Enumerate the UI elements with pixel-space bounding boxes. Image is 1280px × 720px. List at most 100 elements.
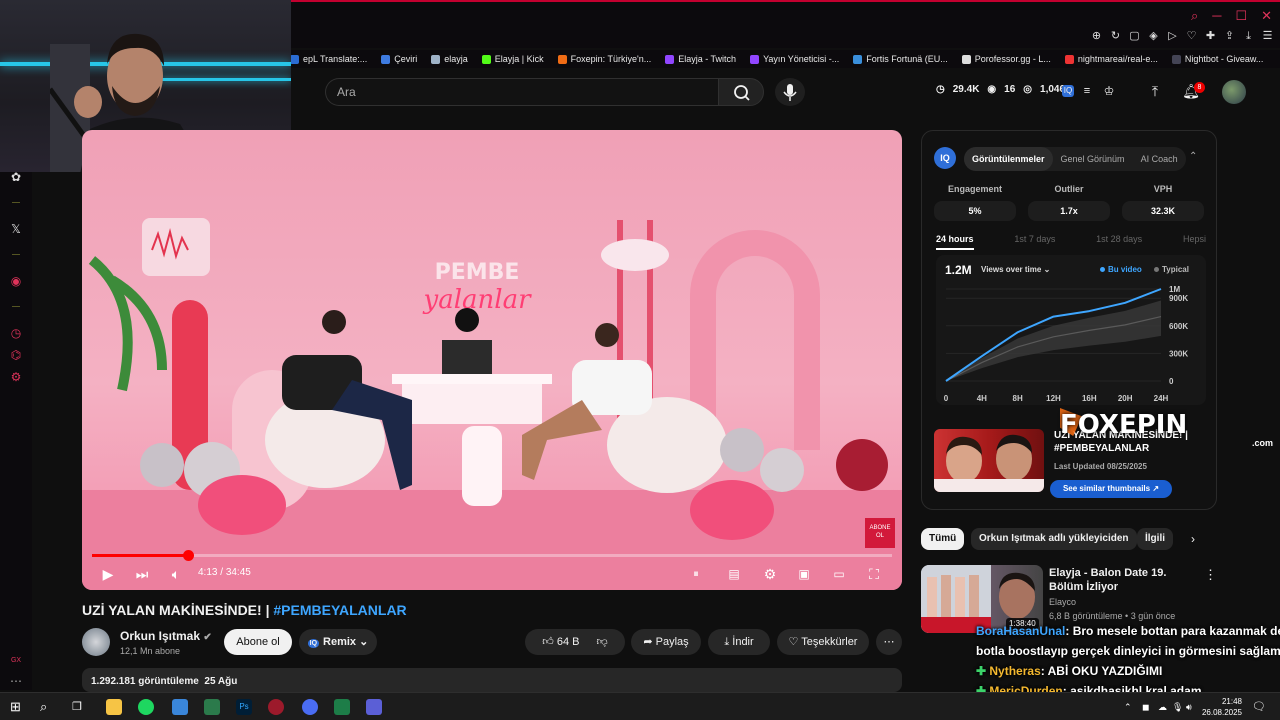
play-button[interactable]: ▶ bbox=[98, 564, 118, 584]
clock-icon[interactable]: ◷ bbox=[9, 326, 23, 340]
photoshop-icon[interactable]: Ps bbox=[236, 699, 252, 715]
notification-center-icon[interactable]: 🗨︎ bbox=[1252, 699, 1268, 715]
search-icon[interactable]: ⌕ bbox=[1191, 8, 1198, 24]
menu-icon[interactable]: ☰ bbox=[1261, 30, 1274, 43]
autoplay-toggle[interactable]: ⏸ bbox=[684, 564, 708, 584]
gx-icon[interactable]: GX bbox=[9, 654, 23, 668]
openai-icon[interactable]: ✿ bbox=[9, 170, 23, 184]
history-icon[interactable]: ⌬ bbox=[9, 348, 23, 362]
similar-thumbnail[interactable] bbox=[934, 429, 1044, 492]
shield-icon[interactable]: ◈ bbox=[1147, 30, 1160, 43]
more-icon[interactable]: ⋯ bbox=[9, 674, 23, 688]
search-button[interactable] bbox=[718, 78, 764, 106]
similar-thumbnails-button[interactable]: See similar thumbnails ↗ bbox=[1050, 480, 1172, 498]
channel-name-text[interactable]: Orkun Işıtmak bbox=[120, 629, 200, 643]
subscribe-watermark[interactable]: ABONE OL bbox=[865, 518, 895, 548]
bookmark-item[interactable]: Nightbot - Giveaw... bbox=[1171, 54, 1263, 64]
upload-icon[interactable]: ⤒ bbox=[1146, 82, 1164, 100]
search-icon[interactable]: ⌕ bbox=[40, 699, 56, 715]
subtitles-button[interactable]: ▤ bbox=[724, 564, 744, 584]
channel-name[interactable]: Orkun Işıtmak ✔ bbox=[120, 629, 212, 643]
video-player[interactable]: PEMBE yalanlar ABONE OL ▶ ⏭ 🔈︎ 4:13 / 34… bbox=[82, 130, 902, 590]
bookmark-item[interactable]: Fortis Fortunä (EU... bbox=[853, 54, 948, 64]
calculator-icon[interactable] bbox=[204, 699, 220, 715]
share-icon[interactable]: ⇪ bbox=[1223, 30, 1236, 43]
maximize-icon[interactable]: ☐ bbox=[1235, 8, 1247, 24]
minimize-icon[interactable]: ─ bbox=[1212, 8, 1221, 24]
channel-avatar[interactable] bbox=[82, 628, 110, 656]
bookmark-item[interactable]: Yayın Yöneticisi -... bbox=[750, 54, 839, 64]
like-button[interactable]: 👍︎ 64 B bbox=[542, 636, 579, 648]
tab-overview[interactable]: Genel Görünüm bbox=[1053, 147, 1133, 171]
progress-scrubber[interactable] bbox=[183, 550, 194, 561]
windows-start-icon[interactable]: ⊞ bbox=[10, 699, 26, 715]
recommended-title[interactable]: Elayja - Balon Date 19. Bölüm İzliyor bbox=[1049, 566, 1199, 594]
description-box[interactable]: 1.292.181 görüntüleme 25 Ağu bbox=[82, 668, 902, 692]
bookmark-item[interactable]: epL Translate:... bbox=[290, 54, 367, 64]
file-explorer-icon[interactable] bbox=[106, 699, 122, 715]
progress-track[interactable] bbox=[92, 554, 892, 557]
account-avatar[interactable] bbox=[1222, 80, 1246, 104]
range-all[interactable]: Hepsi bbox=[1183, 234, 1206, 250]
tab-ai-coach[interactable]: AI Coach bbox=[1133, 147, 1186, 171]
voice-search-button[interactable] bbox=[775, 78, 805, 106]
next-button[interactable]: ⏭ bbox=[132, 564, 152, 584]
settings-gear-icon[interactable]: ⚙ bbox=[760, 564, 780, 584]
close-icon[interactable]: ✕ bbox=[1261, 8, 1272, 24]
tab-views[interactable]: Görüntülenmeler bbox=[964, 147, 1053, 171]
chip-related[interactable]: İlgili bbox=[1137, 528, 1173, 550]
puzzle-icon[interactable]: ✚ bbox=[1204, 30, 1217, 43]
more-vert-icon[interactable]: ⋮ bbox=[1204, 567, 1217, 583]
task-view-icon[interactable]: ❐ bbox=[72, 699, 88, 715]
range-7d[interactable]: 1st 7 days bbox=[1014, 234, 1055, 250]
subscribe-button[interactable]: Abone ol bbox=[224, 629, 292, 655]
x-icon[interactable]: 𝕏 bbox=[9, 222, 23, 236]
bookmark-item[interactable]: Elayja | Kick bbox=[481, 54, 544, 64]
dislike-button[interactable]: 👎︎ bbox=[597, 636, 608, 648]
recommended-channel[interactable]: Elayco bbox=[1049, 597, 1076, 607]
refresh-icon[interactable]: ↻ bbox=[1109, 30, 1122, 43]
bookmark-item[interactable]: Elayja - Twitch bbox=[665, 54, 736, 64]
system-clock[interactable]: 21:48 26.08.2025 bbox=[1200, 696, 1242, 718]
thanks-button[interactable]: ♡ Teşekkürler bbox=[777, 629, 869, 655]
app-icon[interactable] bbox=[172, 699, 188, 715]
screenshot-icon[interactable]: ▢ bbox=[1128, 30, 1141, 43]
zoom-icon[interactable]: ⊕ bbox=[1090, 30, 1103, 43]
bookmark-item[interactable]: Foxepin: Türkiye'n... bbox=[557, 54, 651, 64]
bookmark-item[interactable]: nightmareai/real-e... bbox=[1064, 54, 1158, 64]
range-28d[interactable]: 1st 28 days bbox=[1096, 234, 1142, 250]
download-button[interactable]: ⤓ İndir bbox=[708, 629, 770, 655]
heart-icon[interactable]: ♡ bbox=[1185, 30, 1198, 43]
fullscreen-button[interactable]: ⛶ bbox=[864, 564, 884, 584]
remix-button[interactable]: IQ Remix ⌄ bbox=[299, 629, 377, 655]
play-icon[interactable]: ▷ bbox=[1166, 30, 1179, 43]
bookmark-item[interactable]: Çeviri bbox=[381, 54, 417, 64]
chart-mode-select[interactable]: Views over time ⌄ bbox=[981, 265, 1050, 274]
collapse-chevron-icon[interactable]: ⌃ bbox=[1189, 151, 1201, 163]
bookmark-item[interactable]: Porofessor.gg - L... bbox=[961, 54, 1051, 64]
discord-icon[interactable] bbox=[302, 699, 318, 715]
volume-icon[interactable]: 🔈︎ bbox=[166, 564, 186, 584]
download-icon[interactable]: ⤓ bbox=[1242, 30, 1255, 43]
range-24h[interactable]: 24 hours bbox=[936, 234, 974, 250]
iq-extension-icon[interactable]: IQ bbox=[1062, 85, 1074, 97]
bookmark-item[interactable]: elayja bbox=[431, 54, 468, 64]
more-actions-button[interactable]: ⋯ bbox=[876, 629, 902, 655]
list-icon[interactable]: ≡ bbox=[1078, 82, 1096, 100]
tray-icon[interactable]: ◼ bbox=[1142, 699, 1158, 715]
share-button[interactable]: ➦ Paylaş bbox=[631, 629, 701, 655]
chip-uploader[interactable]: Orkun Işıtmak adlı yükleyiciden bbox=[971, 528, 1137, 550]
xbox-icon[interactable] bbox=[334, 699, 350, 715]
chip-all[interactable]: Tümü bbox=[921, 528, 965, 550]
tray-chevron-icon[interactable]: ⌃ bbox=[1124, 699, 1140, 715]
trophy-icon[interactable]: ♔ bbox=[1100, 82, 1118, 100]
opera-gx-icon[interactable] bbox=[268, 699, 284, 715]
theater-button[interactable]: ▭ bbox=[829, 564, 849, 584]
chevron-right-icon[interactable]: › bbox=[1191, 532, 1195, 546]
record-icon[interactable]: ◉ bbox=[9, 274, 23, 288]
search-input[interactable]: Ara bbox=[325, 78, 718, 106]
spotify-icon[interactable] bbox=[138, 699, 154, 715]
miniplayer-button[interactable]: ▣ bbox=[794, 564, 814, 584]
teams-icon[interactable] bbox=[366, 699, 382, 715]
video-hashtag[interactable]: #PEMBEYALANLAR bbox=[273, 602, 406, 618]
